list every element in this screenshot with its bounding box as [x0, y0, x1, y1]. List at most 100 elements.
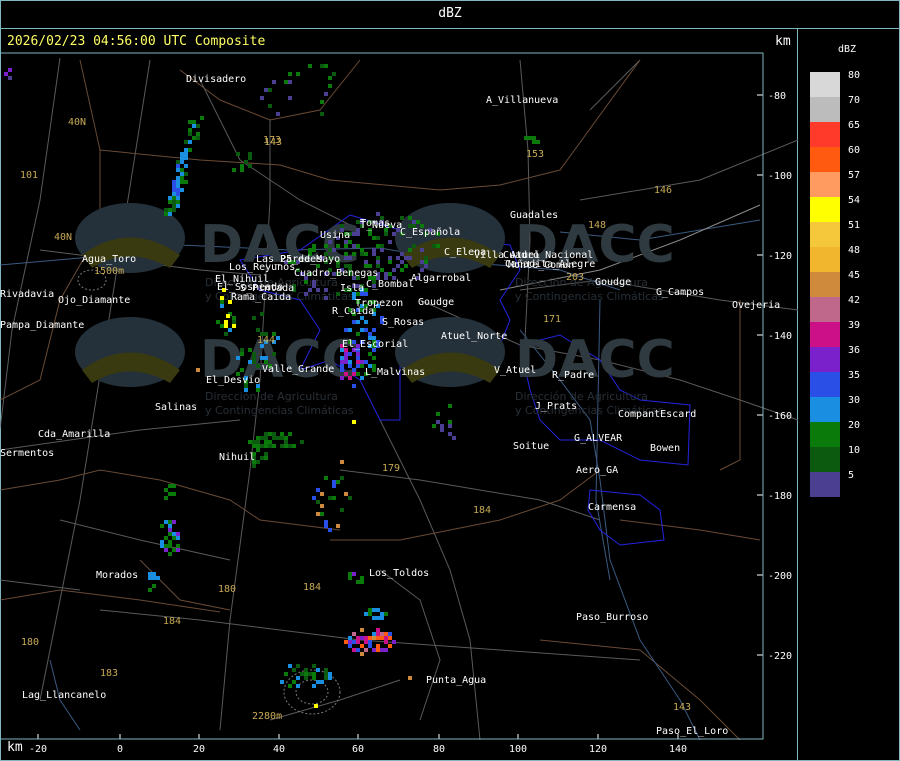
echo-pixel	[312, 496, 316, 500]
route-label: 40N	[68, 117, 86, 128]
legend-swatch-48	[810, 247, 840, 272]
echo-pixel	[184, 180, 188, 184]
echo-pixel	[352, 648, 356, 652]
route-label: 180	[21, 637, 39, 648]
echo-pixel	[348, 360, 352, 364]
echo-pixel	[256, 444, 260, 448]
echo-pixel	[340, 360, 344, 364]
route-label: 144	[257, 335, 275, 346]
legend-swatch-54	[810, 197, 840, 222]
echo-pixel	[328, 248, 332, 252]
echo-pixel	[188, 120, 192, 124]
echo-pixel	[180, 152, 184, 156]
echo-pixel	[376, 648, 380, 652]
y-tick-label: -160	[768, 411, 792, 422]
echo-pixel	[372, 616, 376, 620]
echo-pixel	[360, 360, 364, 364]
echo-pixel	[332, 248, 336, 252]
echo-pixel	[400, 268, 404, 272]
echo-pixel	[272, 80, 276, 84]
echo-pixel	[312, 664, 316, 668]
echo-pixel	[376, 628, 380, 632]
echo-pixel	[352, 368, 356, 372]
echo-pixel	[372, 248, 376, 252]
echo-pixel	[256, 388, 260, 392]
legend-label-65: 65	[848, 120, 861, 131]
echo-pixel	[368, 612, 372, 616]
echo-pixel	[380, 632, 384, 636]
legend-swatch-30	[810, 397, 840, 422]
echo-pixel	[284, 436, 288, 440]
echo-pixel	[252, 356, 256, 360]
x-tick-label: 60	[352, 744, 364, 755]
echo-pixel	[344, 492, 348, 496]
echo-pixel	[176, 188, 180, 192]
town-label: Isla	[340, 283, 364, 294]
echo-pixel	[288, 80, 292, 84]
echo-pixel	[314, 704, 318, 708]
echo-pixel	[172, 484, 176, 488]
echo-pixel	[396, 256, 400, 260]
radar-map[interactable]: DACC Dirección de Agricultura y Continge…	[0, 0, 798, 761]
echo-pixel	[176, 536, 180, 540]
echo-pixel	[344, 640, 348, 644]
town-label: Paso_El_Loro	[656, 726, 728, 737]
echo-pixel	[340, 224, 344, 228]
echo-pixel	[452, 436, 456, 440]
y-tick-label: -180	[768, 491, 792, 502]
echo-pixel	[264, 436, 268, 440]
echo-pixel	[168, 520, 172, 524]
town-label: El_Nihuil	[215, 274, 269, 285]
town-label: V_Atuel	[494, 365, 536, 376]
echo-pixel	[364, 360, 368, 364]
legend-label-54: 54	[848, 195, 861, 206]
echo-pixel	[168, 540, 172, 544]
echo-pixel	[372, 636, 376, 640]
echo-pixel	[360, 248, 364, 252]
legend-label-80: 80	[848, 70, 861, 81]
echo-pixel	[324, 672, 328, 676]
echo-pixel	[364, 260, 368, 264]
echo-pixel	[288, 444, 292, 448]
echo-pixel	[308, 288, 312, 292]
echo-pixel	[372, 356, 376, 360]
echo-pixel	[264, 456, 268, 460]
route-label: 203	[566, 272, 584, 283]
echo-pixel	[172, 192, 176, 196]
echo-pixel	[220, 296, 224, 300]
echo-pixel	[436, 244, 440, 248]
echo-pixel	[164, 544, 168, 548]
watermark-line2: y Contingencias Climáticas	[515, 290, 664, 303]
echo-pixel	[368, 636, 372, 640]
echo-pixel	[376, 608, 380, 612]
echo-pixel	[380, 268, 384, 272]
echo-pixel	[272, 352, 276, 356]
echo-pixel	[248, 360, 252, 364]
echo-pixel	[376, 244, 380, 248]
echo-pixel	[248, 440, 252, 444]
echo-pixel	[364, 636, 368, 640]
echo-pixel	[168, 492, 172, 496]
echo-pixel	[176, 168, 180, 172]
echo-pixel	[196, 132, 200, 136]
echo-pixel	[368, 608, 372, 612]
echo-pixel	[184, 156, 188, 160]
echo-pixel	[220, 304, 224, 308]
x-tick-label: 20	[193, 744, 205, 755]
echo-pixel	[328, 672, 332, 676]
echo-pixel	[272, 436, 276, 440]
echo-pixel	[328, 676, 332, 680]
town-label: CompantEscard	[618, 409, 696, 420]
town-label: Goudge	[418, 297, 454, 308]
echo-pixel	[232, 320, 236, 324]
town-label: Punta_Agua	[426, 675, 486, 686]
echo-pixel	[360, 252, 364, 256]
echo-pixel	[176, 532, 180, 536]
echo-pixel	[404, 264, 408, 268]
echo-pixel	[336, 480, 340, 484]
x-tick-label: 0	[117, 744, 123, 755]
echo-pixel	[312, 672, 316, 676]
echo-pixel	[356, 244, 360, 248]
echo-pixel	[244, 160, 248, 164]
echo-pixel	[392, 640, 396, 644]
